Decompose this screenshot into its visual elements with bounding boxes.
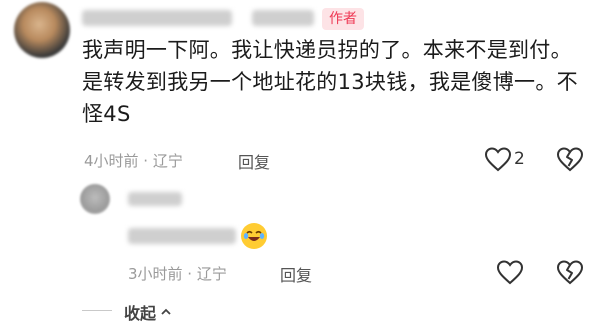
collapse-label: 收起 bbox=[124, 304, 157, 323]
reply-dislike-button[interactable] bbox=[556, 259, 584, 285]
comment-time-location: 4小时前 · 辽宁 bbox=[84, 152, 183, 170]
username-blurred[interactable] bbox=[82, 10, 232, 26]
chevron-up-icon bbox=[160, 303, 172, 322]
broken-heart-icon bbox=[556, 147, 584, 172]
collapse-button[interactable]: 收起 bbox=[124, 300, 172, 324]
comment-text: 我声明一下阿。我让快递员拐的了。本来不是到付。是转发到我另一个地址花的13块钱，… bbox=[82, 38, 578, 126]
heart-icon bbox=[496, 260, 524, 285]
reply-avatar[interactable] bbox=[80, 184, 110, 214]
avatar[interactable] bbox=[14, 2, 70, 58]
author-badge: 作者 bbox=[322, 8, 364, 30]
reply-username-blurred[interactable] bbox=[128, 192, 182, 206]
reply-button[interactable]: 回复 bbox=[238, 149, 270, 173]
username-suffix-blurred bbox=[252, 10, 314, 26]
reply-time-location: 3小时前 · 辽宁 bbox=[128, 265, 227, 283]
like-button[interactable] bbox=[484, 146, 512, 172]
heart-icon bbox=[484, 147, 512, 172]
crying-laughing-emoji bbox=[241, 223, 267, 249]
reply-like-button[interactable] bbox=[496, 259, 524, 285]
collapse-divider bbox=[82, 310, 112, 311]
reply-text-blurred bbox=[128, 228, 236, 244]
reply-reply-button[interactable]: 回复 bbox=[280, 262, 312, 286]
dislike-button[interactable] bbox=[556, 146, 584, 172]
like-count: 2 bbox=[514, 149, 525, 169]
broken-heart-icon bbox=[556, 260, 584, 285]
